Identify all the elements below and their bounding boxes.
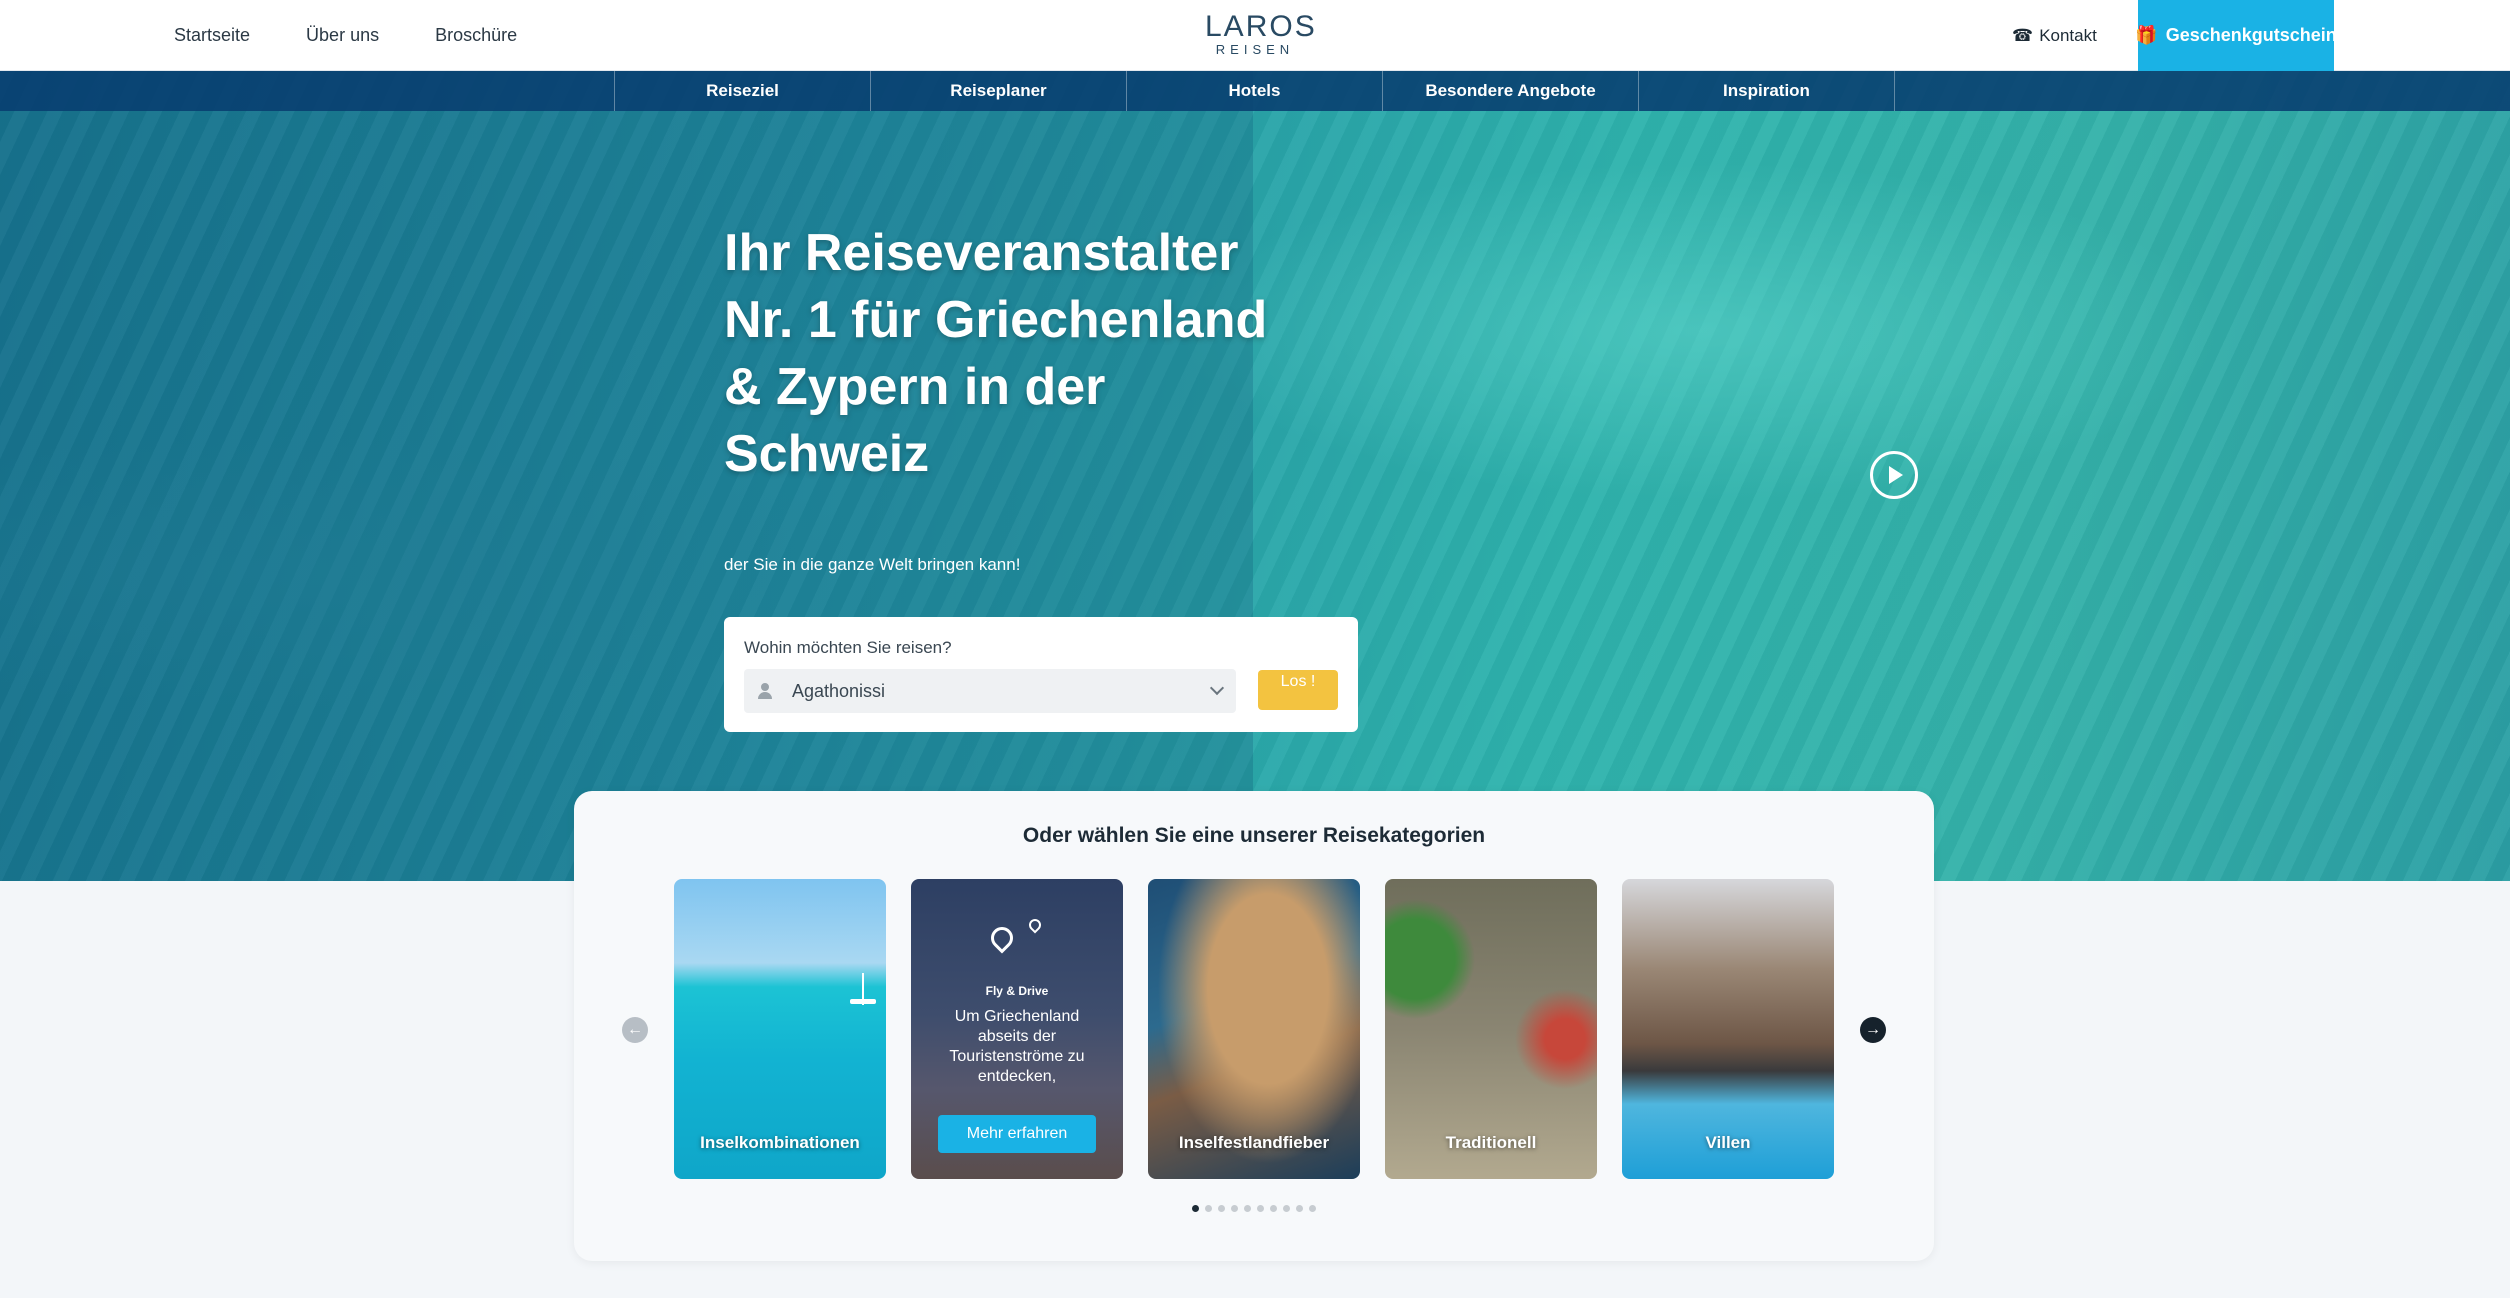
contact-link[interactable]: ☎ Kontakt [2012,0,2097,71]
carousel-dots [574,1205,1934,1212]
destination-search: Wohin möchten Sie reisen? Agathonissi Lo… [724,617,1358,732]
logo-main-text: LAROS [1205,10,1317,43]
category-tile-inselkombinationen[interactable]: Inselkombinationen [674,879,886,1179]
carousel-dot[interactable] [1192,1205,1199,1212]
person-icon [756,682,774,700]
hero-subline: der Sie in die ganze Welt bringen kann! [724,555,1021,574]
carousel-dot[interactable] [1283,1205,1290,1212]
arrow-left-icon: ← [627,1021,643,1038]
tile-label: Inselkombinationen [700,1133,860,1152]
subnav-inspiration[interactable]: Inspiration [1639,71,1895,111]
carousel-next-button[interactable]: → [1860,1017,1886,1043]
travel-categories: Oder wählen Sie eine unserer Reisekatego… [574,791,1934,1261]
subnav-reiseziel[interactable]: Reiseziel [615,71,871,111]
carousel-dot[interactable] [1244,1205,1251,1212]
gift-icon: 🎁 [2135,25,2158,45]
gift-label: Geschenkgutschein [2165,25,2337,45]
categories-title: Oder wählen Sie eine unserer Reisekatego… [1022,824,1486,847]
more-info-button[interactable]: Mehr erfahren [938,1115,1096,1153]
nav-broschuere[interactable]: Broschüre [435,25,517,46]
nav-startseite[interactable]: Startseite [174,25,250,46]
play-icon [1889,466,1903,484]
search-go-button[interactable]: Los ! [1258,670,1338,710]
search-label: Wohin möchten Sie reisen? [744,638,952,657]
tile-label: Traditionell [1445,1133,1537,1152]
subnav-besondere-angebote[interactable]: Besondere Angebote [1383,71,1639,111]
carousel-dot[interactable] [1231,1205,1238,1212]
play-video-button[interactable] [1870,451,1918,499]
carousel-dot[interactable] [1218,1205,1225,1212]
destination-value: Agathonissi [792,680,886,701]
arrow-right-icon: → [1865,1021,1881,1038]
category-tile-inselfestlandfieber[interactable]: Inselfestlandfieber [1148,879,1360,1179]
tile-label: Inselfestlandfieber [1178,1133,1330,1152]
main-subnav: Reiseziel Reiseplaner Hotels Besondere A… [0,71,2510,111]
carousel-dot[interactable] [1296,1205,1303,1212]
tile-description: Um Griechenland abseits der Touristenstr… [949,1008,1085,1085]
chevron-down-icon [1209,680,1225,696]
tile-label: Villen [1705,1133,1751,1152]
carousel-dot[interactable] [1257,1205,1264,1212]
destination-select[interactable]: Agathonissi [744,669,1236,713]
laros-logo[interactable]: LAROS REISEN [1205,10,1317,57]
sailboat-hull [850,999,876,1004]
logo-sub-text: REISEN [1215,42,1295,57]
carousel-dot[interactable] [1270,1205,1277,1212]
top-nav: Startseite Über uns Broschüre [174,0,517,71]
subnav-reiseplaner[interactable]: Reiseplaner [871,71,1127,111]
top-header: Startseite Über uns Broschüre LAROS REIS… [0,0,2510,71]
map-pin-icon [986,922,1018,954]
phone-icon: ☎ [2012,25,2034,45]
carousel-dot[interactable] [1205,1205,1212,1212]
map-pin-small-icon [1026,916,1044,934]
category-tile-traditionell[interactable]: Traditionell [1385,879,1597,1179]
subnav-hotels[interactable]: Hotels [1127,71,1383,111]
tile-title: Fly & Drive [985,984,1049,998]
hero-headline: Ihr Reiseveranstalter Nr. 1 für Griechen… [724,224,1268,483]
category-tile-villen[interactable]: Villen [1622,879,1834,1179]
gift-voucher-button[interactable]: 🎁 Geschenkgutschein [2135,0,2337,71]
contact-label: Kontakt [2039,25,2097,45]
carousel-dot[interactable] [1309,1205,1316,1212]
nav-ueber-uns[interactable]: Über uns [306,25,379,46]
carousel-prev-button[interactable]: ← [622,1017,648,1043]
category-tile-fly-drive[interactable]: Fly & Drive Um Griechenland abseits der … [911,879,1123,1179]
